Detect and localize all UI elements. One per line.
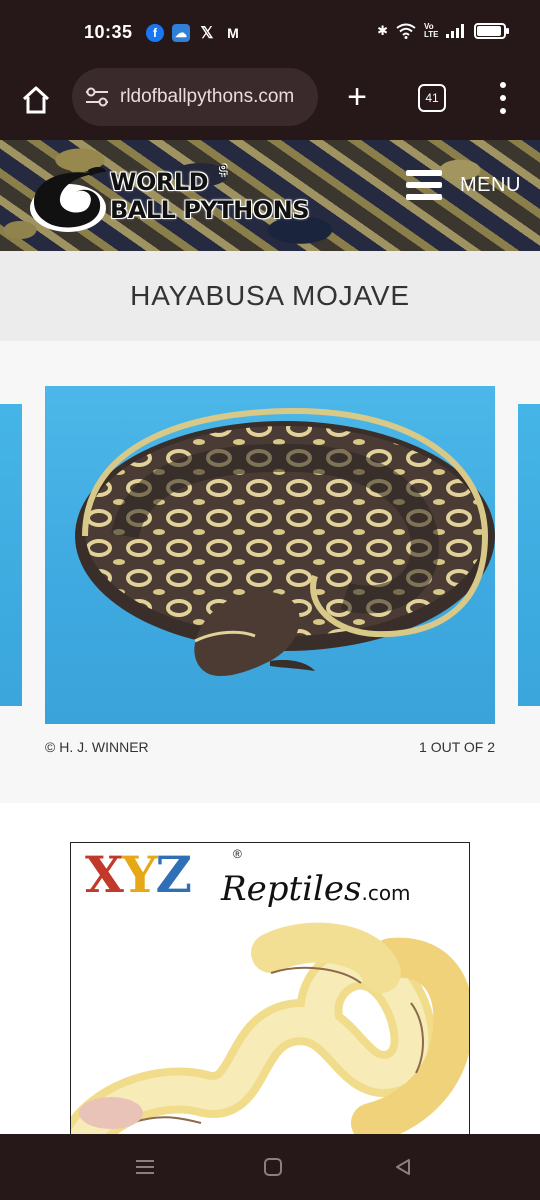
ad-brand-text: Reptiles.com [221,869,411,909]
home-nav-button[interactable] [260,1154,286,1180]
photo-credit: © H. J. WINNER [45,739,149,755]
bluetooth-icon: ✱ [377,23,388,38]
facebook-icon: f [146,24,164,42]
logo-text-world: WORLD [110,168,209,196]
back-button[interactable] [390,1154,416,1180]
ad-snake-image [71,922,469,1141]
address-bar[interactable]: rldofballpythons.com [72,68,318,126]
snake-image [75,407,495,676]
status-bar: 10:35 f ☁ 𝕏 M ✱ Vo LTE [0,0,540,68]
recents-icon [136,1160,154,1174]
site-logo[interactable]: WORLD OF BALL PYTHONS [28,158,318,234]
logo-text-of: OF [218,164,228,177]
site-header: WORLD OF BALL PYTHONS MENU [0,140,540,251]
hamburger-icon [406,170,442,200]
tab-switcher-button[interactable]: 41 [418,84,446,112]
back-triangle-icon [396,1159,410,1175]
network-type: Vo LTE [424,22,439,39]
status-time: 10:35 [84,22,133,42]
home-icon [22,86,50,114]
weather-icon: ☁ [172,24,190,42]
home-button[interactable] [20,84,52,116]
signal-icon [446,24,464,38]
ad-registered-mark: ® [233,847,242,861]
more-options-button[interactable] [496,82,510,114]
advertisement-banner[interactable]: XYZ ® Reptiles.com [70,842,470,1142]
page-title: HAYABUSA MOJAVE [130,280,410,311]
notification-icons: f ☁ 𝕏 M [146,24,242,42]
browser-toolbar: rldofballpythons.com + 41 [0,68,540,140]
site-settings-icon[interactable] [84,86,110,108]
snake-photo[interactable] [45,386,495,724]
home-square-icon [264,1158,282,1176]
next-photo-preview[interactable] [518,404,540,706]
gmail-icon: M [227,25,239,41]
url-text[interactable]: rldofballpythons.com [120,86,294,108]
recent-apps-button[interactable] [132,1154,158,1180]
title-band: HAYABUSA MOJAVE [0,251,540,341]
logo-text-ball-pythons: BALL PYTHONS [110,196,310,224]
system-indicators: ✱ Vo LTE [377,22,509,39]
wifi-icon [396,23,416,39]
photo-gallery: © H. J. WINNER 1 OUT OF 2 [0,341,540,803]
photo-counter: 1 OUT OF 2 [419,739,495,755]
new-tab-button[interactable]: + [342,80,372,114]
previous-photo-preview[interactable] [0,404,22,706]
snake-logo-icon [30,166,106,232]
ad-brand-logo: XYZ [85,845,192,904]
x-icon: 𝕏 [200,25,214,42]
battery-icon [474,23,509,39]
menu-label: MENU [460,173,521,196]
menu-button[interactable]: MENU [406,170,521,200]
system-navigation-bar [0,1134,540,1200]
